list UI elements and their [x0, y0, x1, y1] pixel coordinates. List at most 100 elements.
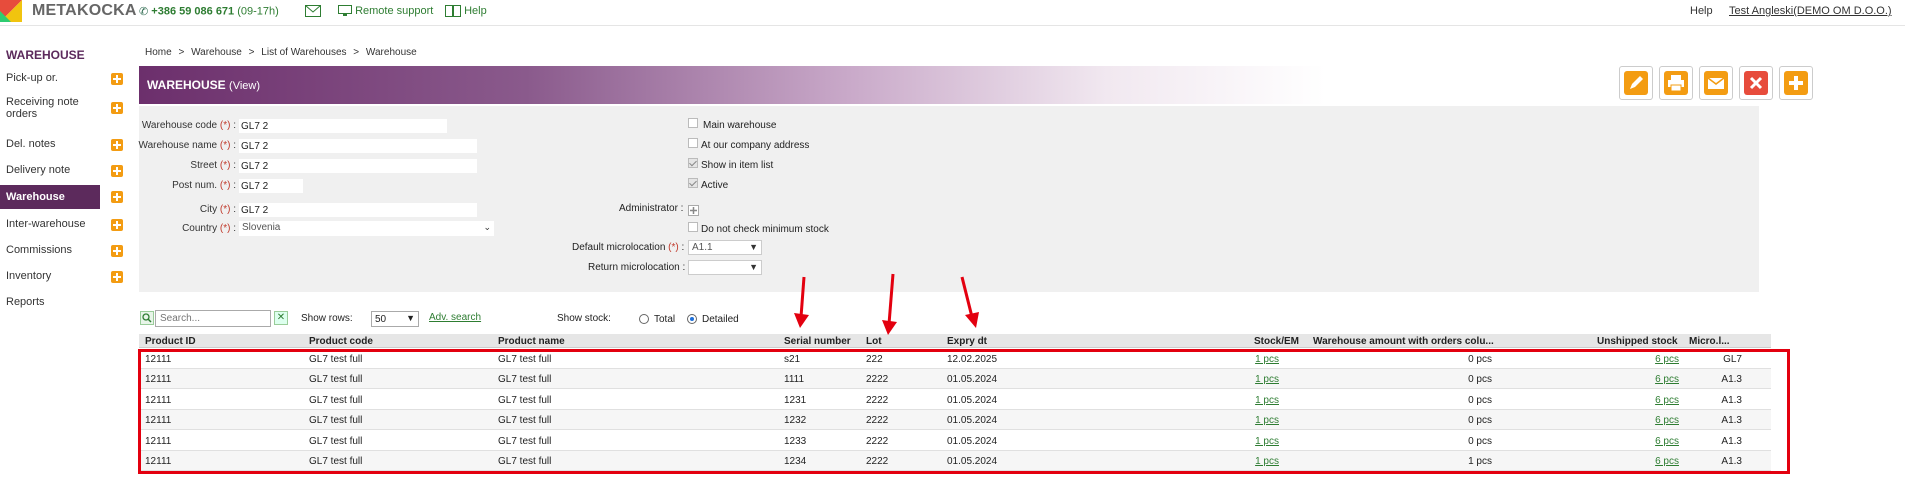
sidebar-item-inter-warehouse[interactable]: Inter-warehouse: [0, 216, 128, 234]
col-unshipped-stock[interactable]: Unshipped stock: [1597, 336, 1678, 347]
warehouse-amount-cell: 1 pcs: [1468, 456, 1492, 467]
active-checkbox[interactable]: [688, 178, 698, 188]
lot-cell: 222: [866, 354, 883, 365]
main-warehouse-checkbox[interactable]: [688, 118, 698, 128]
stock-em-link[interactable]: 1 pcs: [1255, 374, 1279, 385]
add-icon[interactable]: [111, 191, 123, 203]
product-code-cell: GL7 test full: [309, 374, 363, 386]
unshipped-stock-link[interactable]: 6 pcs: [1655, 374, 1679, 385]
default-micro-select[interactable]: A1.1 ▼: [688, 240, 762, 255]
product-name-cell: GL7 test full: [498, 354, 552, 365]
help-right-link[interactable]: Help: [1690, 5, 1713, 17]
return-micro-select[interactable]: ▼: [688, 260, 762, 275]
table-row[interactable]: 12111 GL7 test full GL7 test full 1231 2222 0…: [139, 389, 1771, 410]
microlocation-cell: A1.3: [1721, 435, 1742, 447]
add-icon[interactable]: [111, 139, 123, 151]
clear-search-icon[interactable]: ✕: [274, 311, 288, 325]
add-icon[interactable]: [111, 102, 123, 114]
expiry-date-cell: 12.02.2025: [947, 354, 998, 365]
add-icon[interactable]: [111, 165, 123, 177]
unshipped-stock-link[interactable]: 6 pcs: [1655, 456, 1679, 467]
expiry-date-cell: 01.05.2024: [947, 456, 998, 467]
add-button[interactable]: [1779, 66, 1813, 100]
sidebar-item-pickup[interactable]: Pick-up or.: [0, 70, 128, 88]
remote-support-link[interactable]: Remote support: [338, 5, 433, 17]
table-row[interactable]: 12111 GL7 test full GL7 test full 1232 2222 0…: [139, 410, 1771, 431]
col-serial-number[interactable]: Serial number: [784, 336, 851, 347]
sidebar-item-inventory[interactable]: Inventory: [0, 268, 128, 286]
add-administrator-icon[interactable]: [688, 205, 699, 216]
add-icon[interactable]: [111, 219, 123, 231]
table-row[interactable]: 12111 GL7 test full GL7 test full 1233 2222 0…: [139, 430, 1771, 451]
breadcrumb-home[interactable]: Home: [145, 47, 172, 58]
serial-number-cell: 1232: [784, 415, 807, 427]
total-radio[interactable]: [639, 314, 649, 324]
sidebar-item-label: Pick-up or.: [6, 72, 58, 84]
col-microlocation[interactable]: Micro.l...: [1689, 336, 1730, 347]
detailed-radio[interactable]: [687, 314, 697, 324]
col-expiry-date[interactable]: Expry dt: [947, 336, 987, 347]
table-row[interactable]: 12111 GL7 test full GL7 test full s21 222 12.…: [139, 349, 1771, 369]
logo-cube-icon: [0, 0, 22, 22]
sidebar-item-receiving[interactable]: Receiving note orders: [0, 96, 128, 124]
col-product-name[interactable]: Product name: [498, 336, 565, 347]
stock-em-link[interactable]: 1 pcs: [1255, 395, 1279, 406]
col-product-code[interactable]: Product code: [309, 336, 373, 347]
email-button[interactable]: [1699, 66, 1733, 100]
col-lot[interactable]: Lot: [866, 336, 882, 347]
user-account-link[interactable]: Test Angleski(DEMO OM D.O.O.): [1729, 5, 1892, 17]
sidebar-item-label: Warehouse: [6, 191, 65, 203]
unshipped-stock-link[interactable]: 6 pcs: [1655, 415, 1679, 426]
product-id-cell: 12111: [145, 354, 172, 365]
stock-em-link[interactable]: 1 pcs: [1255, 436, 1279, 447]
col-warehouse-amount[interactable]: Warehouse amount with orders colu...: [1313, 336, 1494, 347]
min-stock-checkbox[interactable]: [688, 222, 698, 232]
add-icon[interactable]: [111, 245, 123, 257]
sidebar-item-warehouse[interactable]: Warehouse: [0, 185, 100, 209]
print-icon: [1664, 71, 1688, 95]
advanced-search-link[interactable]: Adv. search: [429, 312, 481, 323]
add-icon[interactable]: [111, 271, 123, 283]
sidebar-item-reports[interactable]: Reports: [0, 294, 128, 312]
warehouse-name-field[interactable]: [239, 139, 477, 153]
grid-toolbar: ✕ Show rows: 50 ▼ Adv. search Show stock…: [139, 308, 1759, 332]
stock-em-link[interactable]: 1 pcs: [1255, 456, 1279, 467]
table-row[interactable]: 12111 GL7 test full GL7 test full 1111 2222 0…: [139, 369, 1771, 390]
sidebar-item-warehouse-add[interactable]: [105, 185, 128, 209]
search-icon[interactable]: [140, 311, 154, 325]
help-link[interactable]: Help: [445, 5, 487, 18]
print-button[interactable]: [1659, 66, 1693, 100]
col-product-id[interactable]: Product ID: [145, 336, 196, 347]
unshipped-stock-link[interactable]: 6 pcs: [1655, 395, 1679, 406]
lot-cell: 2222: [866, 456, 889, 467]
show-in-item-list-checkbox[interactable]: [688, 158, 698, 168]
logo[interactable]: METAKOCKA: [0, 0, 136, 22]
warehouse-amount-cell: 0 pcs: [1468, 394, 1492, 406]
breadcrumb-list[interactable]: List of Warehouses: [261, 47, 346, 58]
add-icon[interactable]: [111, 73, 123, 85]
country-select[interactable]: Slovenia ⌄: [239, 221, 494, 236]
sidebar-item-commissions[interactable]: Commissions: [0, 242, 128, 260]
warehouse-code-field[interactable]: [239, 119, 447, 133]
stock-em-link[interactable]: 1 pcs: [1255, 415, 1279, 426]
sidebar-item-del-notes[interactable]: Del. notes: [0, 136, 128, 154]
show-rows-select[interactable]: 50 ▼: [371, 311, 419, 327]
serial-number-cell: s21: [784, 354, 801, 365]
unshipped-stock-link[interactable]: 6 pcs: [1655, 354, 1679, 365]
mail-icon[interactable]: [305, 5, 321, 20]
search-input[interactable]: [155, 310, 271, 327]
phone-icon: ✆: [139, 6, 149, 18]
company-address-checkbox[interactable]: [688, 138, 698, 148]
breadcrumb-warehouse[interactable]: Warehouse: [191, 47, 242, 58]
edit-button[interactable]: [1619, 66, 1653, 100]
sidebar-item-delivery-note[interactable]: Delivery note: [0, 162, 128, 180]
col-stock-em[interactable]: Stock/EM: [1254, 336, 1299, 347]
unshipped-stock-link[interactable]: 6 pcs: [1655, 436, 1679, 447]
phone-contact: ✆ +386 59 086 671 (09-17h): [139, 5, 279, 18]
city-field[interactable]: [239, 203, 477, 217]
street-field[interactable]: [239, 159, 477, 173]
stock-em-link[interactable]: 1 pcs: [1255, 354, 1279, 365]
post-num-field[interactable]: [239, 179, 303, 193]
delete-button[interactable]: [1739, 66, 1773, 100]
table-row[interactable]: 12111 GL7 test full GL7 test full 1234 2222 0…: [139, 451, 1771, 471]
